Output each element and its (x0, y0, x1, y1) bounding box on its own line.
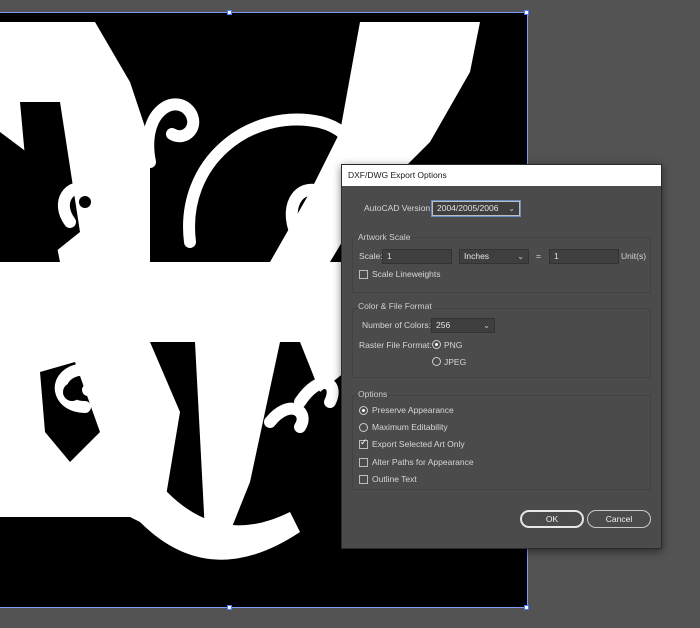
chevron-down-icon: ⌄ (483, 321, 490, 330)
chevron-down-icon: ⌄ (517, 252, 524, 261)
scale-label: Scale: (359, 251, 383, 261)
scale-lineweights-checkbox[interactable] (359, 270, 368, 279)
export-selected-art-only-label[interactable]: Export Selected Art Only (372, 439, 465, 449)
number-of-colors-select[interactable]: 256 ⌄ (431, 318, 495, 333)
number-of-colors-label: Number of Colors: (362, 320, 431, 330)
ok-button[interactable]: OK (520, 510, 584, 528)
dialog-title[interactable]: DXF/DWG Export Options (342, 165, 661, 186)
selection-handle-bottom-right[interactable] (524, 605, 529, 610)
png-radio[interactable] (432, 340, 441, 349)
units-input[interactable]: 1 (549, 249, 619, 264)
selection-handle-bottom-middle[interactable] (227, 605, 232, 610)
cancel-button[interactable]: Cancel (587, 510, 651, 528)
options-title: Options (358, 389, 388, 399)
outline-text-checkbox[interactable] (359, 475, 368, 484)
outline-text-label[interactable]: Outline Text (372, 474, 417, 484)
selection-handle-top-right[interactable] (524, 10, 529, 15)
selection-edge-top (0, 12, 528, 13)
scale-input[interactable]: 1 (382, 249, 452, 264)
artwork-scale-panel (352, 237, 651, 293)
alter-paths-label[interactable]: Alter Paths for Appearance (372, 457, 474, 467)
raster-file-format-label: Raster File Format: (359, 340, 432, 350)
equals-sign: = (536, 251, 541, 261)
units-label: Unit(s) (621, 251, 647, 261)
autocad-version-label: AutoCAD Version: (364, 203, 433, 213)
dxf-export-dialog: DXF/DWG Export Options AutoCAD Version: … (341, 164, 662, 549)
selection-edge-bottom (0, 607, 528, 608)
unit-value: Inches (464, 251, 490, 261)
selection-handle-top-middle[interactable] (227, 10, 232, 15)
number-of-colors-value: 256 (436, 320, 451, 330)
png-label[interactable]: PNG (444, 340, 462, 350)
preserve-appearance-label[interactable]: Preserve Appearance (372, 405, 454, 415)
alter-paths-checkbox[interactable] (359, 458, 368, 467)
autocad-version-value: 2004/2005/2006 (437, 203, 499, 213)
scale-lineweights-label[interactable]: Scale Lineweights (372, 269, 441, 279)
color-file-format-title: Color & File Format (358, 301, 432, 311)
jpeg-radio[interactable] (432, 357, 441, 366)
preserve-appearance-radio[interactable] (359, 406, 368, 415)
maximum-editability-label[interactable]: Maximum Editability (372, 422, 448, 432)
autocad-version-select[interactable]: 2004/2005/2006 ⌄ (432, 201, 520, 216)
chevron-down-icon: ⌄ (508, 204, 515, 213)
artwork-scale-title: Artwork Scale (358, 232, 411, 242)
jpeg-label[interactable]: JPEG (444, 357, 466, 367)
unit-select[interactable]: Inches ⌄ (459, 249, 529, 264)
export-selected-art-only-checkbox[interactable] (359, 438, 368, 449)
maximum-editability-radio[interactable] (359, 423, 368, 432)
